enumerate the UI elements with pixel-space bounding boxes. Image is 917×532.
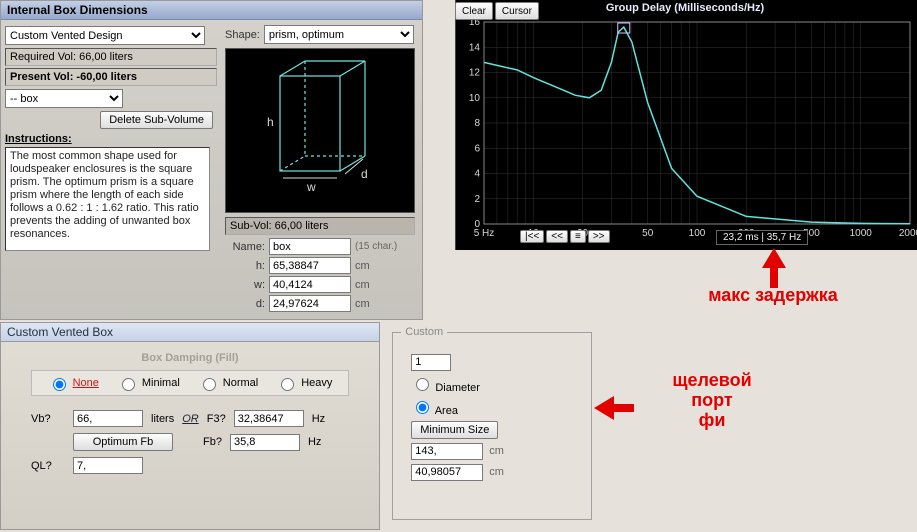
custom-port-fieldset: Custom Diameter Area Minimum Size cm cm [392,326,592,520]
damping-heavy-option[interactable]: Heavy [276,375,332,391]
svg-text:w: w [306,180,316,194]
internal-box-dimensions-panel: Internal Box Dimensions Custom Vented De… [0,0,423,320]
group-delay-chart: 02468101214165 Hz10205010020050010002000… [455,0,917,250]
chart-nav-prev-button[interactable]: << [546,230,568,243]
svg-text:100: 100 [689,228,706,239]
damping-normal-radio[interactable] [203,378,216,391]
minimum-size-button[interactable]: Minimum Size [411,421,498,439]
vb-label: Vb? [31,413,65,425]
w-label: w: [225,279,265,291]
chart-clear-button[interactable]: Clear [455,2,493,20]
shape-select[interactable]: prism, optimum [264,25,414,44]
d-unit: cm [355,298,379,310]
f3-unit: Hz [312,413,325,425]
damping-normal-option[interactable]: Normal [198,375,258,391]
svg-text:h: h [267,115,274,129]
svg-text:10: 10 [469,93,481,104]
chart-nav-next-button[interactable]: >> [588,230,610,243]
ql-label: QL? [31,460,65,472]
fb-input[interactable] [230,434,300,451]
d-label: d: [225,298,265,310]
required-volume-readout: Required Vol: 66,00 liters [5,48,217,66]
svg-text:2000: 2000 [899,228,917,239]
svg-text:12: 12 [469,68,481,79]
damping-minimal-radio[interactable] [122,378,135,391]
f3-input[interactable] [234,410,304,427]
chart-nav-first-button[interactable]: |<< [520,230,544,243]
chart-nav-controls: |<< << ≡ >> [520,230,610,243]
custom-legend: Custom [401,326,447,338]
damping-heavy-radio[interactable] [281,378,294,391]
svg-text:14: 14 [469,42,481,53]
design-type-select[interactable]: Custom Vented Design [5,26,205,45]
optimum-fb-button[interactable]: Optimum Fb [73,433,173,451]
fb-unit: Hz [308,436,321,448]
damping-none-option[interactable]: None [48,375,99,391]
ql-input[interactable] [73,457,143,474]
svg-text:5 Hz: 5 Hz [474,228,495,239]
svg-text:4: 4 [474,169,480,180]
fb-label: Fb? [203,436,222,448]
area-option[interactable]: Area [411,398,458,417]
cvb-title: Custom Vented Box [1,323,379,342]
chart-svg: 02468101214165 Hz10205010020050010002000… [456,0,917,250]
port-value1-unit: cm [489,445,504,457]
annotation-arrow-left-icon [594,396,614,420]
prism-icon: h w d [235,56,405,206]
port-value2-unit: cm [489,466,504,478]
svg-text:6: 6 [474,143,480,154]
h-input[interactable] [269,257,351,274]
subvolume-readout: Sub-Vol: 66,00 liters [225,217,415,235]
custom-vented-box-panel: Custom Vented Box Box Damping (Fill) Non… [0,322,380,530]
diameter-radio[interactable] [416,378,429,391]
vb-unit: liters [151,413,174,425]
chart-cursor-readout: 23,2 ms | 35,7 Hz [716,230,808,245]
box-subvolume-select[interactable]: -- box [5,89,123,108]
vb-input[interactable] [73,410,143,427]
port-value1-input[interactable] [411,443,483,460]
shape-label: Shape: [225,29,260,41]
w-unit: cm [355,279,379,291]
annotation-slot-port: щелевой порт фи [637,370,787,430]
instructions-text: The most common shape used for loudspeak… [5,147,210,251]
present-volume-readout: Present Vol: -60,00 liters [5,68,217,86]
chart-cursor-button[interactable]: Cursor [495,2,539,20]
svg-text:50: 50 [642,228,654,239]
chart-nav-mode-button[interactable]: ≡ [570,230,586,243]
diameter-option[interactable]: Diameter [411,375,480,394]
f3-label: F3? [207,413,226,425]
instructions-label: Instructions: [5,133,217,145]
ibd-title: Internal Box Dimensions [1,1,422,20]
damping-none-radio[interactable] [53,378,66,391]
name-note: (15 char.) [355,241,397,252]
name-input[interactable] [269,238,351,255]
name-label: Name: [225,241,265,253]
vb-or-label: OR [182,413,199,425]
svg-text:2: 2 [474,194,480,205]
annotation-max-delay: макс задержка [673,285,873,305]
area-radio[interactable] [416,401,429,414]
delete-subvolume-button[interactable]: Delete Sub-Volume [100,111,213,129]
svg-text:d: d [361,167,368,181]
svg-text:8: 8 [474,118,480,129]
port-count-input[interactable] [411,354,451,371]
d-input[interactable] [269,295,351,312]
svg-text:1000: 1000 [850,228,873,239]
annotation-arrow-up-icon [762,248,786,268]
damping-radio-group: None Minimal Normal Heavy [31,370,349,396]
h-label: h: [225,260,265,272]
damping-minimal-option[interactable]: Minimal [117,375,180,391]
port-value2-input[interactable] [411,464,483,481]
shape-preview: h w d [225,48,415,213]
damping-legend: Box Damping (Fill) [1,352,379,364]
h-unit: cm [355,260,379,272]
w-input[interactable] [269,276,351,293]
